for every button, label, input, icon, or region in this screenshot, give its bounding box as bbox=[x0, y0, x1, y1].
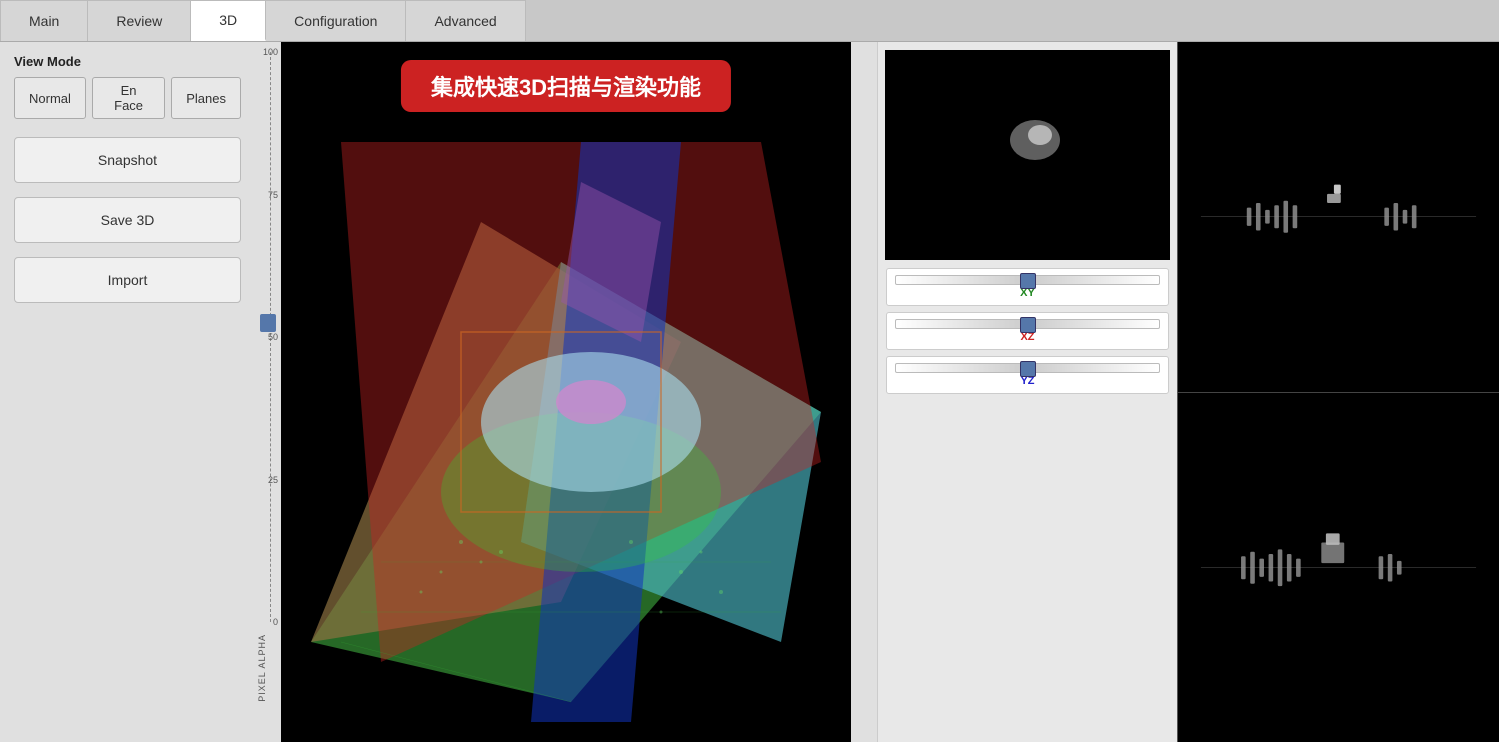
import-button[interactable]: Import bbox=[14, 257, 241, 303]
save-3d-button[interactable]: Save 3D bbox=[14, 197, 241, 243]
tick-75: 75 bbox=[268, 190, 278, 200]
alpha-label: PIXEL ALPHA bbox=[257, 634, 267, 702]
far-right-column bbox=[1177, 42, 1499, 742]
yz-slider-track[interactable] bbox=[895, 363, 1160, 373]
tab-3d[interactable]: 3D bbox=[191, 0, 266, 41]
planes-button[interactable]: Planes bbox=[171, 77, 241, 119]
tab-bar: Main Review 3D Configuration Advanced bbox=[0, 0, 1499, 42]
left-panel: View Mode Normal En Face Planes Snapshot… bbox=[0, 42, 255, 742]
tab-advanced[interactable]: Advanced bbox=[406, 0, 525, 41]
alpha-column: 100 75 50 25 0 PIXEL ALPHA bbox=[255, 42, 281, 742]
xz-slider-track[interactable] bbox=[895, 319, 1160, 329]
xz-slider-item: XZ bbox=[886, 312, 1169, 350]
top-right-view[interactable] bbox=[1178, 42, 1499, 393]
normal-button[interactable]: Normal bbox=[14, 77, 86, 119]
xy-slider-item: XY bbox=[886, 268, 1169, 306]
tick-100: 100 bbox=[263, 47, 278, 57]
snapshot-button[interactable]: Snapshot bbox=[14, 137, 241, 183]
slider-group: XY XZ YZ bbox=[878, 264, 1177, 402]
sliders-column: XY XZ YZ bbox=[877, 42, 1177, 742]
xy-slider-thumb[interactable] bbox=[1020, 273, 1036, 289]
tab-review[interactable]: Review bbox=[88, 0, 191, 41]
tab-configuration[interactable]: Configuration bbox=[266, 0, 406, 41]
right-panel: XY XZ YZ bbox=[877, 42, 1499, 742]
viewport-3d[interactable]: 集成快速3D扫描与渲染功能 bbox=[281, 42, 851, 742]
tick-50: 50 bbox=[268, 332, 278, 342]
bottom-right-view[interactable] bbox=[1178, 393, 1499, 742]
main-area: View Mode Normal En Face Planes Snapshot… bbox=[0, 42, 1499, 742]
yz-slider-item: YZ bbox=[886, 356, 1169, 394]
3d-scene bbox=[281, 42, 851, 742]
tab-main[interactable]: Main bbox=[0, 0, 88, 41]
xz-slider-thumb[interactable] bbox=[1020, 317, 1036, 333]
yz-slider-thumb[interactable] bbox=[1020, 361, 1036, 377]
tick-0: 0 bbox=[273, 617, 278, 627]
center-area: 100 75 50 25 0 PIXEL ALPHA 集成快速3D扫描与渲染功能 bbox=[255, 42, 877, 742]
top-small-view[interactable] bbox=[885, 50, 1170, 260]
tick-25: 25 bbox=[268, 475, 278, 485]
xy-slider-track[interactable] bbox=[895, 275, 1160, 285]
en-face-button[interactable]: En Face bbox=[92, 77, 165, 119]
view-mode-label: View Mode bbox=[14, 54, 241, 69]
banner-text: 集成快速3D扫描与渲染功能 bbox=[401, 60, 731, 112]
alpha-ruler: 100 75 50 25 0 bbox=[258, 52, 278, 622]
view-mode-buttons: Normal En Face Planes bbox=[14, 77, 241, 119]
alpha-handle[interactable] bbox=[260, 314, 276, 332]
